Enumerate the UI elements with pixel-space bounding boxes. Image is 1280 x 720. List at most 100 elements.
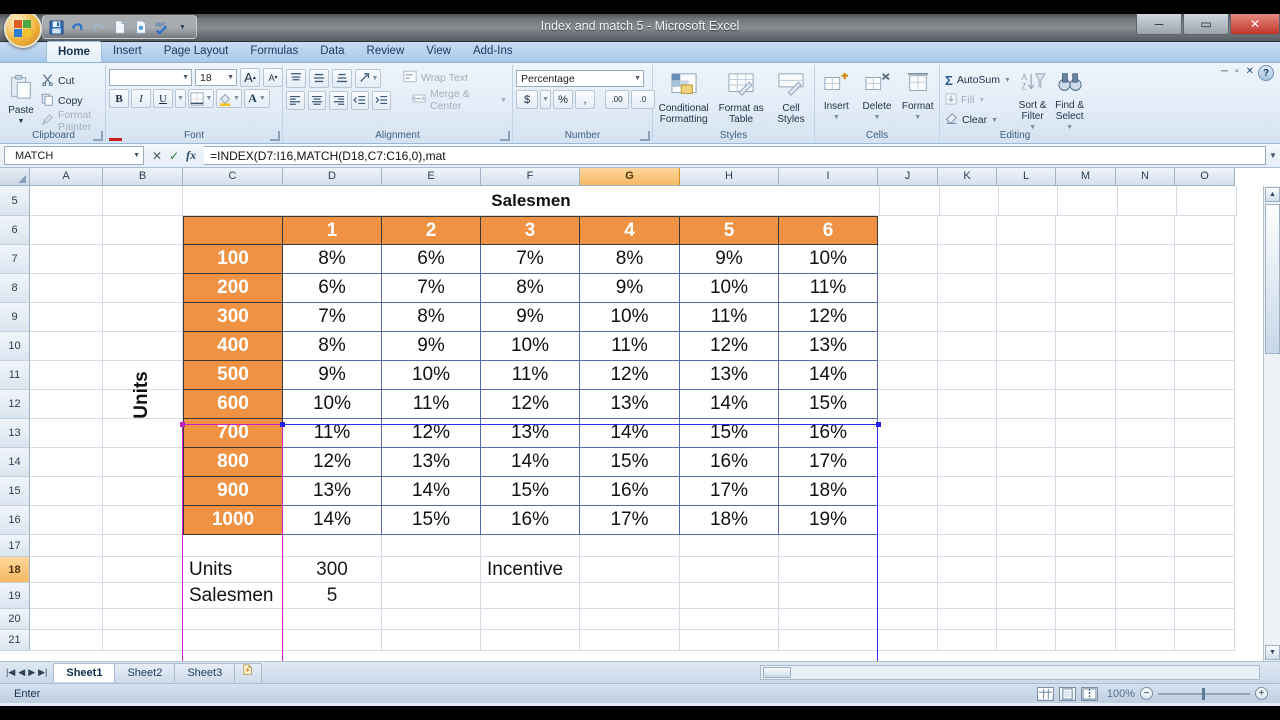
cell-E7[interactable]: 6% bbox=[382, 245, 481, 274]
cell-L21[interactable] bbox=[997, 630, 1056, 651]
cell-G19[interactable] bbox=[580, 583, 680, 609]
decrease-indent-icon[interactable] bbox=[350, 90, 370, 110]
prev-sheet-button[interactable]: ◀ bbox=[18, 667, 25, 678]
currency-dropdown-arrow[interactable]: ▼ bbox=[540, 90, 551, 109]
cell-F18-incentive-label[interactable]: Incentive bbox=[481, 557, 580, 583]
cell-B19[interactable] bbox=[103, 583, 183, 609]
scroll-down-button[interactable]: ▼ bbox=[1265, 645, 1280, 660]
cell-K9[interactable] bbox=[938, 303, 997, 332]
cell-G21[interactable] bbox=[580, 630, 680, 651]
cell-E20[interactable] bbox=[382, 609, 481, 630]
cell-M9[interactable] bbox=[1056, 303, 1116, 332]
cell-E11[interactable]: 10% bbox=[382, 361, 481, 390]
cell-L15[interactable] bbox=[997, 477, 1056, 506]
column-header-K[interactable]: K bbox=[938, 168, 997, 186]
cell-L12[interactable] bbox=[997, 390, 1056, 419]
cell-A10[interactable] bbox=[30, 332, 103, 361]
cell-H18[interactable] bbox=[680, 557, 779, 583]
cell-L8[interactable] bbox=[997, 274, 1056, 303]
cell-A15[interactable] bbox=[30, 477, 103, 506]
cell-F21[interactable] bbox=[481, 630, 580, 651]
conditional-formatting-button[interactable]: Conditional Formatting bbox=[656, 69, 711, 125]
cell-C7-units-100[interactable]: 100 bbox=[183, 245, 283, 274]
currency-button[interactable]: $ bbox=[516, 90, 538, 109]
font-name-input[interactable]: ▼ bbox=[109, 69, 192, 86]
cell-M16[interactable] bbox=[1056, 506, 1116, 535]
cell-D14[interactable]: 12% bbox=[283, 448, 382, 477]
font-dialog-launcher[interactable] bbox=[270, 131, 280, 141]
normal-view-icon[interactable] bbox=[1036, 686, 1054, 701]
cell-D17[interactable] bbox=[283, 535, 382, 557]
zoom-out-button[interactable]: − bbox=[1140, 687, 1153, 700]
cell-H12[interactable]: 14% bbox=[680, 390, 779, 419]
next-sheet-button[interactable]: ▶ bbox=[28, 667, 35, 678]
horizontal-scroll-thumb[interactable] bbox=[763, 667, 791, 678]
cell-E17[interactable] bbox=[382, 535, 481, 557]
cell-J12[interactable] bbox=[878, 390, 938, 419]
cell-E21[interactable] bbox=[382, 630, 481, 651]
cell-I11[interactable]: 14% bbox=[779, 361, 878, 390]
ribbon-restore-icon[interactable]: ▫ bbox=[1235, 66, 1239, 77]
column-header-C[interactable]: C bbox=[183, 168, 283, 186]
cell-I9[interactable]: 12% bbox=[779, 303, 878, 332]
cell-O5[interactable] bbox=[1177, 186, 1237, 216]
cell-H20[interactable] bbox=[680, 609, 779, 630]
find-select-button[interactable]: Find & Select ▼ bbox=[1052, 68, 1087, 133]
cell-A17[interactable] bbox=[30, 535, 103, 557]
delete-cells-button[interactable]: Delete ▼ bbox=[859, 69, 896, 123]
cell-H13[interactable]: 15% bbox=[680, 419, 779, 448]
cell-M8[interactable] bbox=[1056, 274, 1116, 303]
cell-A16[interactable] bbox=[30, 506, 103, 535]
cell-B21[interactable] bbox=[103, 630, 183, 651]
insert-sheet-button[interactable] bbox=[234, 663, 263, 682]
cell-N10[interactable] bbox=[1116, 332, 1175, 361]
row-header-9[interactable]: 9 bbox=[0, 303, 30, 332]
cell-H9[interactable]: 11% bbox=[680, 303, 779, 332]
cell-N14[interactable] bbox=[1116, 448, 1175, 477]
cell-H6-salesman-5[interactable]: 5 bbox=[680, 216, 779, 245]
copy-button[interactable]: Copy bbox=[39, 91, 102, 111]
cell-D6-salesman-1[interactable]: 1 bbox=[283, 216, 382, 245]
clipboard-dialog-launcher[interactable] bbox=[93, 131, 103, 141]
align-top-icon[interactable] bbox=[286, 68, 306, 88]
cell-M19[interactable] bbox=[1056, 583, 1116, 609]
select-all-corner[interactable] bbox=[0, 168, 30, 186]
cell-K8[interactable] bbox=[938, 274, 997, 303]
cell-N19[interactable] bbox=[1116, 583, 1175, 609]
cell-C21[interactable] bbox=[183, 630, 283, 651]
row-header-8[interactable]: 8 bbox=[0, 274, 30, 303]
cell-N20[interactable] bbox=[1116, 609, 1175, 630]
italic-button[interactable]: I bbox=[131, 89, 151, 108]
cut-button[interactable]: Cut bbox=[39, 71, 102, 91]
cell-E10[interactable]: 9% bbox=[382, 332, 481, 361]
cell-C13-units-700[interactable]: 700 bbox=[183, 419, 283, 448]
cell-O19[interactable] bbox=[1175, 583, 1235, 609]
page-layout-view-icon[interactable] bbox=[1058, 686, 1076, 701]
vertical-scroll-thumb[interactable] bbox=[1265, 204, 1280, 354]
column-header-A[interactable]: A bbox=[30, 168, 103, 186]
cell-L7[interactable] bbox=[997, 245, 1056, 274]
align-left-icon[interactable] bbox=[286, 90, 305, 110]
cell-O6[interactable] bbox=[1175, 216, 1235, 245]
tab-data[interactable]: Data bbox=[309, 41, 355, 62]
cell-N21[interactable] bbox=[1116, 630, 1175, 651]
name-box[interactable]: MATCH ▼ bbox=[4, 146, 144, 165]
cell-I18[interactable] bbox=[779, 557, 878, 583]
increase-indent-icon[interactable] bbox=[372, 90, 392, 110]
row-header-18[interactable]: 18 bbox=[0, 557, 30, 583]
cell-N8[interactable] bbox=[1116, 274, 1175, 303]
cell-N12[interactable] bbox=[1116, 390, 1175, 419]
expand-formula-bar-icon[interactable]: ▼ bbox=[1266, 151, 1280, 160]
cell-K10[interactable] bbox=[938, 332, 997, 361]
cell-B8[interactable] bbox=[103, 274, 183, 303]
column-header-D[interactable]: D bbox=[283, 168, 382, 186]
cell-J19[interactable] bbox=[878, 583, 938, 609]
insert-cells-button[interactable]: Insert ▼ bbox=[818, 69, 855, 123]
cell-F14[interactable]: 14% bbox=[481, 448, 580, 477]
cell-C18-units-label[interactable]: Units bbox=[183, 557, 283, 583]
cell-J9[interactable] bbox=[878, 303, 938, 332]
orientation-icon[interactable]: ▼ bbox=[355, 68, 381, 88]
cell-K18[interactable] bbox=[938, 557, 997, 583]
sort-filter-button[interactable]: AZ Sort & Filter ▼ bbox=[1016, 68, 1049, 133]
cell-G17[interactable] bbox=[580, 535, 680, 557]
